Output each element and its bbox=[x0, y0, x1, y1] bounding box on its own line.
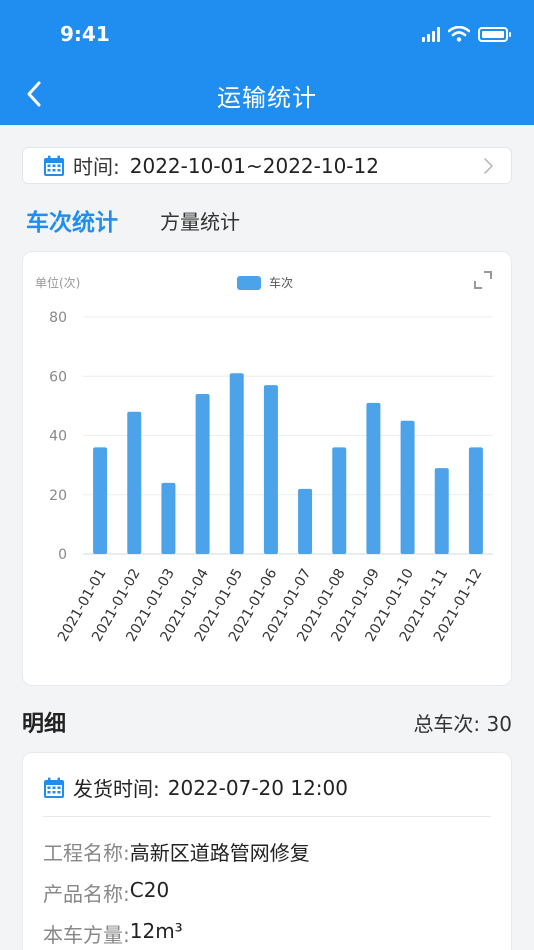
bar bbox=[366, 402, 381, 554]
y-tick-label: 20 bbox=[49, 488, 67, 504]
volume-label: 本车方量: bbox=[43, 923, 130, 947]
product-row: 产品名称: C20 bbox=[43, 878, 169, 907]
stats-tabs: 车次统计 方量统计 bbox=[26, 200, 240, 240]
status-time: 9:41 bbox=[60, 22, 110, 46]
divider bbox=[43, 816, 491, 817]
battery-icon bbox=[478, 27, 511, 42]
bar bbox=[263, 385, 278, 554]
bar-chart: 0204060802021-01-012021-01-022021-01-032… bbox=[49, 310, 493, 644]
bar bbox=[161, 482, 176, 554]
bar bbox=[400, 420, 415, 554]
project-label: 工程名称: bbox=[43, 841, 130, 865]
shipment-record-card[interactable]: 发货时间: 2022-07-20 12:00 工程名称: 高新区道路管网修复 产… bbox=[22, 752, 512, 950]
bar bbox=[434, 468, 449, 554]
bar bbox=[93, 447, 108, 554]
project-row: 工程名称: 高新区道路管网修复 bbox=[43, 837, 310, 866]
y-tick-label: 40 bbox=[49, 429, 67, 445]
calendar-icon bbox=[44, 155, 64, 176]
ship-time-row: 发货时间: 2022-07-20 12:00 bbox=[43, 773, 348, 802]
tab-trip-stats[interactable]: 车次统计 bbox=[26, 203, 118, 237]
y-tick-label: 60 bbox=[49, 369, 67, 385]
time-filter-label: 时间: bbox=[73, 155, 120, 179]
total-trips: 总车次: 30 bbox=[413, 708, 512, 737]
tab-volume-stats[interactable]: 方量统计 bbox=[160, 206, 240, 235]
bar bbox=[468, 447, 483, 554]
calendar-icon bbox=[44, 777, 64, 798]
details-title: 明细 bbox=[22, 712, 67, 737]
bar bbox=[229, 373, 244, 554]
bar bbox=[298, 488, 313, 554]
ship-time-label: 发货时间: bbox=[73, 777, 160, 801]
product-label: 产品名称: bbox=[43, 882, 130, 906]
y-tick-label: 80 bbox=[49, 310, 67, 326]
product-value: C20 bbox=[129, 878, 170, 902]
signal-icon bbox=[422, 26, 440, 42]
chevron-right-icon bbox=[484, 158, 493, 174]
y-tick-label: 0 bbox=[58, 547, 67, 563]
time-filter[interactable]: 时间: 2022-10-01~2022-10-12 bbox=[22, 147, 512, 184]
time-filter-value: 2022-10-01~2022-10-12 bbox=[129, 153, 379, 178]
volume-value: 12m³ bbox=[129, 919, 183, 943]
bar bbox=[195, 394, 210, 554]
page-title: 运输统计 bbox=[217, 84, 317, 112]
project-value: 高新区道路管网修复 bbox=[129, 841, 310, 865]
bar bbox=[127, 411, 142, 554]
ship-time-value: 2022-07-20 12:00 bbox=[167, 775, 348, 800]
wifi-icon bbox=[448, 26, 470, 42]
total-trips-label: 总车次: bbox=[413, 712, 481, 736]
bar bbox=[332, 447, 347, 554]
app-header: 9:41 运输统计 bbox=[0, 0, 534, 125]
total-trips-value: 30 bbox=[486, 712, 512, 736]
status-icons bbox=[422, 26, 511, 42]
volume-row: 本车方量: 12m³ bbox=[43, 919, 183, 948]
chart-card: 单位(次) 车次 0 20 40 60 80 2021-01-01 2021-01-02 20… bbox=[22, 251, 512, 686]
